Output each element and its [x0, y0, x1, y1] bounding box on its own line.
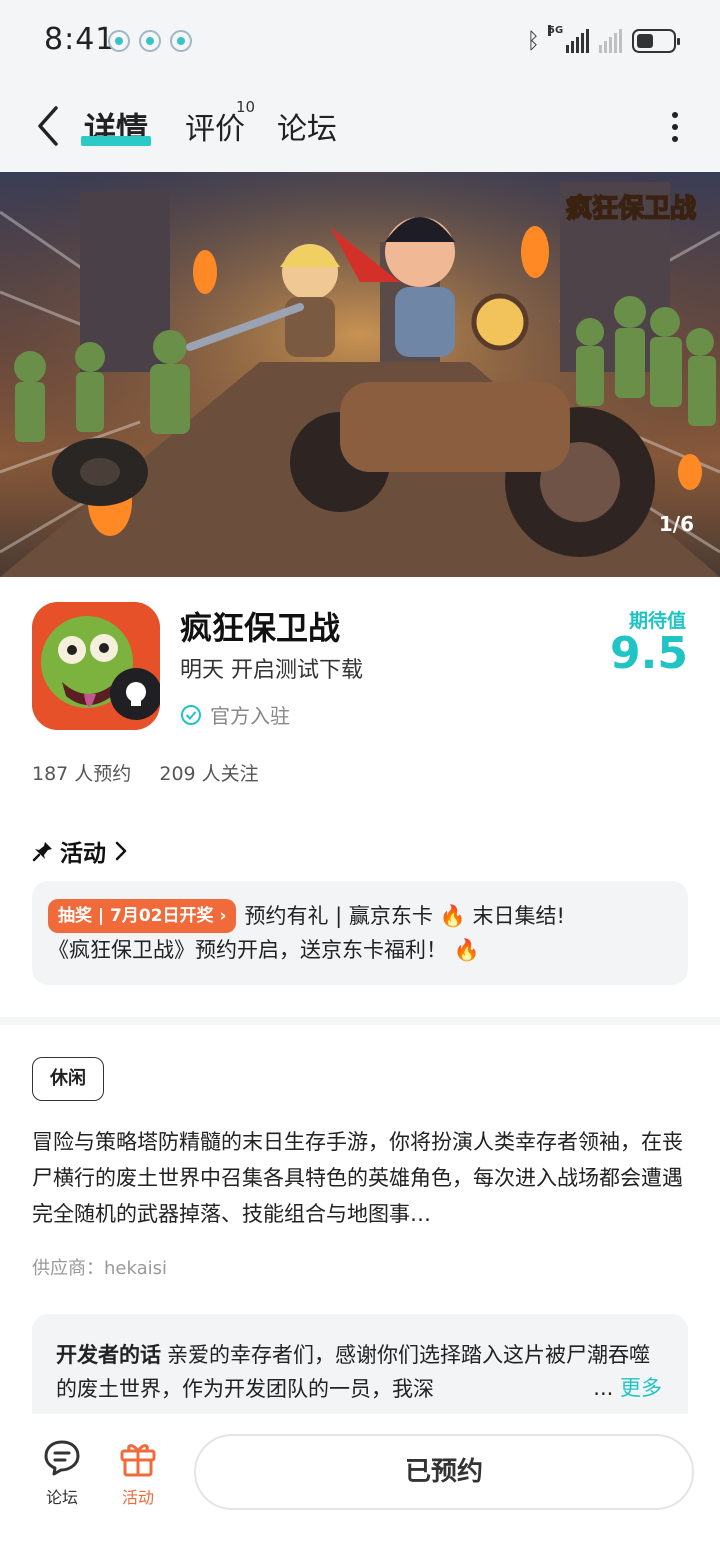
activity-line1: 预约有礼 | 赢京东卡 — [244, 904, 433, 928]
reviews-count-badge: 10 — [236, 98, 256, 116]
supplier-info: 供应商：hekaisi — [32, 1258, 167, 1279]
activity-section-header[interactable]: 活动 — [32, 834, 130, 868]
gift-icon — [120, 1444, 156, 1477]
banner-artwork: 疯狂保卫战 — [0, 172, 720, 577]
activity-title: 活动 — [60, 841, 106, 867]
forum-button[interactable]: 论坛 — [27, 1438, 97, 1508]
app-icon — [32, 602, 160, 730]
battery-icon — [632, 29, 680, 53]
chevron-right-icon — [115, 841, 127, 861]
activity-card[interactable]: 抽奖 | 7月02日开奖 › 预约有礼 | 赢京东卡 🔥 末日集结! 《疯狂保卫战… — [32, 881, 688, 985]
activity-button[interactable]: 活动 — [103, 1438, 173, 1508]
activity-line2: 《疯狂保卫战》预约开启，送京东卡福利！ — [48, 938, 447, 962]
status-bar: 8:41 ᛒ 5G — [0, 0, 720, 84]
more-icon[interactable] — [672, 112, 680, 142]
bottom-action-bar: 论坛 活动 已预约 — [0, 1414, 720, 1560]
screenshot-carousel[interactable]: 疯狂保卫战 — [0, 172, 720, 577]
genre-tag[interactable]: 休闲 — [32, 1057, 104, 1101]
notification-icon — [139, 30, 161, 52]
follower-count: 209 人关注 — [159, 763, 259, 785]
app-release-status: 明天 开启测试下载 — [180, 658, 363, 683]
signal-weak-icon — [599, 29, 622, 53]
notification-icon — [170, 30, 192, 52]
pin-icon — [32, 842, 52, 862]
app-stats: 187 人预约 209 人关注 — [32, 759, 259, 786]
developer-note-label: 开发者的话 — [56, 1343, 161, 1367]
system-icons: ᛒ 5G — [526, 25, 680, 54]
activity-line1-tail: 末日集结! — [472, 904, 565, 928]
top-nav: 详情 评价 论坛 — [0, 84, 720, 172]
reservation-count: 187 人预约 — [32, 763, 132, 785]
fire-icon: 🔥 — [439, 904, 466, 928]
back-arrow-icon[interactable] — [34, 104, 64, 148]
lottery-badge[interactable]: 抽奖 | 7月02日开奖 › — [48, 899, 237, 933]
active-tab-indicator — [81, 136, 151, 146]
official-label: 官方入驻 — [210, 704, 290, 728]
notification-icon — [108, 30, 130, 52]
forum-chat-icon — [44, 1440, 80, 1476]
game-description[interactable]: 冒险与策略塔防精髓的末日生存手游，你将扮演人类幸存者领袖，在丧尸横行的废土世界中… — [32, 1124, 688, 1232]
more-link[interactable]: ... 更多 — [589, 1372, 662, 1402]
tab-forum[interactable]: 论坛 — [277, 104, 337, 148]
expectation-score: 9.5 — [610, 628, 688, 679]
section-divider — [0, 1017, 720, 1025]
signal-icon: 5G — [548, 25, 589, 53]
official-badge: 官方入驻 — [180, 700, 290, 729]
bluetooth-icon: ᛒ — [526, 28, 540, 54]
svg-text:疯狂保卫战: 疯狂保卫战 — [566, 193, 696, 224]
clock: 8:41 — [44, 22, 116, 57]
verified-check-icon — [181, 704, 201, 725]
fire-icon: 🔥 — [453, 938, 480, 962]
app-name: 疯狂保卫战 — [180, 609, 341, 647]
carousel-counter: 1/6 — [658, 512, 694, 536]
reserved-button[interactable]: 已预约 — [194, 1434, 694, 1510]
